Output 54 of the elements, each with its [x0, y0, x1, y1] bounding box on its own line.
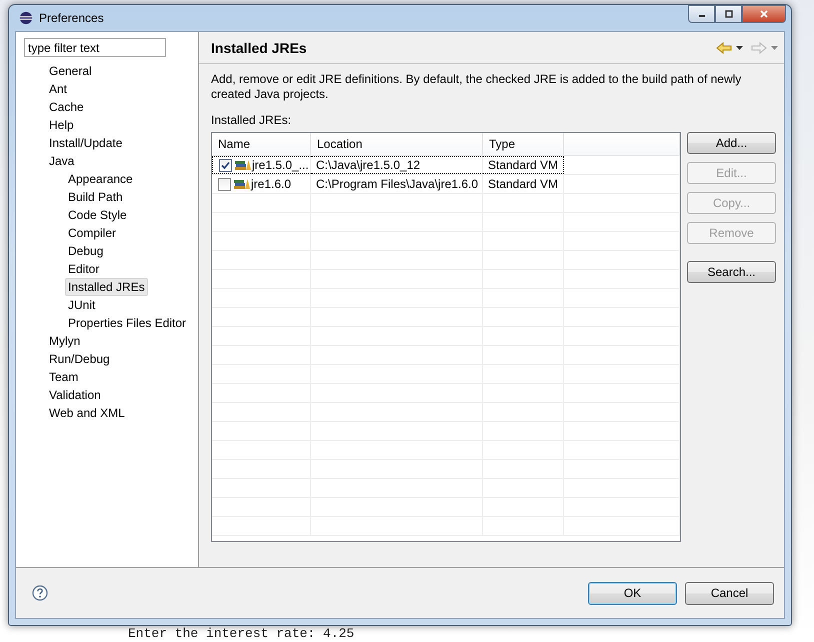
tree-item[interactable]: Build Path [65, 188, 126, 206]
column-header[interactable]: Type [483, 133, 564, 155]
console-text: Enter the interest rate: 4.25 [128, 626, 354, 641]
app-icon [19, 11, 33, 25]
description-text: Add, remove or edit JRE definitions. By default, the checked JRE is added to the build path of newly created Java projects. [211, 72, 742, 102]
tree-item[interactable]: Ant [46, 80, 70, 98]
list-label: Installed JREs: [211, 113, 292, 127]
table-row[interactable]: jre1.6.0 C:\Program Files\Java\jre1.6.0 Standard VM [212, 175, 680, 194]
help-icon[interactable] [32, 585, 48, 601]
tree-item[interactable]: JUnit [65, 296, 98, 314]
tree-item[interactable]: Web and XML [46, 404, 128, 422]
books-icon [234, 178, 250, 190]
filter-field[interactable]: type filter text [24, 38, 166, 57]
page-title: Installed JREs [211, 40, 307, 56]
checkbox[interactable] [219, 158, 232, 172]
ok-button[interactable]: OK [588, 582, 677, 604]
close-icon [759, 10, 769, 18]
tree-item[interactable]: Appearance [65, 170, 136, 188]
tree-item[interactable]: Validation [46, 386, 104, 404]
side-button[interactable]: Search... [687, 261, 776, 283]
side-button[interactable]: Add... [687, 132, 776, 154]
tree-item[interactable]: General [46, 62, 95, 80]
close-button[interactable] [742, 5, 786, 23]
tree-item[interactable]: Team [46, 368, 82, 386]
tree-item[interactable]: Install/Update [46, 134, 126, 152]
tree-item[interactable]: Code Style [65, 206, 130, 224]
tree-item[interactable]: Compiler [65, 224, 120, 242]
tree-item[interactable]: Help [46, 116, 77, 134]
tree-item[interactable]: Debug [65, 242, 106, 260]
table-cell: C:\Java\jre1.5.0_12 [311, 156, 483, 174]
column-header[interactable]: Name [212, 133, 311, 155]
maximize-icon [724, 10, 734, 18]
tree-item[interactable]: Cache [46, 98, 87, 116]
jre-table[interactable]: Name Location Type jre1.5.0_... C:\Java\jre1.5.0_12 Standard VM jre1.6.0 C:\Program Files\Java\jre1.6.0 Standard VM [211, 132, 681, 542]
tree-item[interactable]: Editor [65, 260, 102, 278]
window-title: Preferences [39, 11, 105, 25]
table-row[interactable]: jre1.5.0_... C:\Java\jre1.5.0_12 Standard VM [212, 156, 680, 175]
column-header[interactable]: Location [311, 133, 483, 155]
tree-item[interactable]: Run/Debug [46, 350, 113, 368]
checkbox[interactable] [218, 178, 231, 190]
table-cell: Standard VM [483, 175, 564, 193]
table-cell: Standard VM [483, 156, 564, 174]
maximize-button[interactable] [715, 5, 742, 23]
table-cell: C:\Program Files\Java\jre1.6.0 [311, 175, 483, 193]
table-cell: jre1.5.0_... [252, 158, 309, 172]
tree-item[interactable]: Mylyn [46, 332, 84, 350]
table-cell: jre1.6.0 [251, 177, 292, 191]
dropdown-caret-icon[interactable] [736, 46, 743, 50]
tree-item[interactable]: Installed JREs [65, 278, 148, 296]
minimize-button[interactable] [688, 5, 715, 23]
books-icon [235, 159, 251, 171]
tree-item[interactable]: Properties Files Editor [65, 314, 190, 332]
cancel-button[interactable]: Cancel [685, 582, 774, 604]
tree-item[interactable]: Java [46, 152, 78, 170]
